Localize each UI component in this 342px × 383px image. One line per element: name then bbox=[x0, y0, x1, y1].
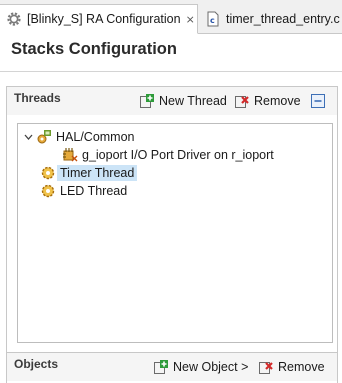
tab-timer-thread-entry[interactable]: c timer_thread_entry.c bbox=[199, 4, 342, 34]
tree-item-led-thread[interactable]: LED Thread bbox=[40, 182, 127, 200]
objects-section-title: Objects bbox=[14, 357, 59, 371]
objects-section-header: Objects New Object > Remove bbox=[7, 353, 337, 381]
c-source-file-icon: c bbox=[205, 11, 221, 27]
tree-item-label: HAL/Common bbox=[56, 130, 135, 144]
remove-thread-label: Remove bbox=[254, 94, 301, 108]
close-tab-icon[interactable]: ⨯ bbox=[186, 13, 195, 26]
svg-text:c: c bbox=[210, 16, 215, 25]
objects-section: Objects New Object > Remove bbox=[6, 352, 338, 383]
thread-gear-icon bbox=[40, 183, 56, 199]
tree-item-label: Timer Thread bbox=[57, 165, 138, 181]
threads-section-title: Threads bbox=[14, 91, 61, 105]
tree-item-hal-common[interactable]: HAL/Common bbox=[22, 128, 135, 146]
gear-icon bbox=[6, 11, 22, 27]
threads-section: Threads New Thread Remove HAL/Common g_i… bbox=[6, 86, 338, 354]
remove-thread-button[interactable]: Remove bbox=[234, 93, 301, 109]
tree-item-label: g_ioport I/O Port Driver on r_ioport bbox=[82, 148, 274, 162]
tab-label: [Blinky_S] RA Configuration bbox=[27, 12, 181, 26]
editor-tab-bar: [Blinky_S] RA Configuration ⨯ c timer_th… bbox=[0, 0, 342, 34]
new-thread-button[interactable]: New Thread bbox=[139, 93, 227, 109]
add-icon bbox=[139, 93, 155, 109]
thread-gear-icon bbox=[40, 165, 56, 181]
new-object-label: New Object > bbox=[173, 360, 249, 374]
module-icon bbox=[62, 147, 78, 163]
collapse-arrow-icon[interactable] bbox=[22, 133, 34, 142]
tree-item-label: LED Thread bbox=[60, 184, 128, 198]
page-title: Stacks Configuration bbox=[11, 40, 177, 58]
remove-icon bbox=[258, 359, 274, 375]
threads-tree[interactable]: HAL/Common g_ioport I/O Port Driver on r… bbox=[17, 123, 333, 343]
tree-item-timer-thread[interactable]: Timer Thread bbox=[40, 164, 138, 182]
new-thread-label: New Thread bbox=[159, 94, 227, 108]
tree-item-g-ioport[interactable]: g_ioport I/O Port Driver on r_ioport bbox=[62, 146, 274, 164]
remove-icon bbox=[234, 93, 250, 109]
remove-object-label: Remove bbox=[278, 360, 325, 374]
threads-section-header: Threads New Thread Remove bbox=[7, 87, 337, 115]
tab-label: timer_thread_entry.c bbox=[226, 12, 340, 26]
new-object-button[interactable]: New Object > bbox=[153, 359, 248, 375]
add-icon bbox=[153, 359, 169, 375]
hal-common-icon bbox=[36, 129, 52, 145]
tab-ra-configuration[interactable]: [Blinky_S] RA Configuration ⨯ bbox=[0, 4, 198, 34]
remove-object-button[interactable]: Remove bbox=[258, 359, 325, 375]
collapse-all-button[interactable] bbox=[311, 94, 331, 110]
title-divider bbox=[0, 71, 342, 72]
collapse-all-icon bbox=[311, 94, 327, 110]
